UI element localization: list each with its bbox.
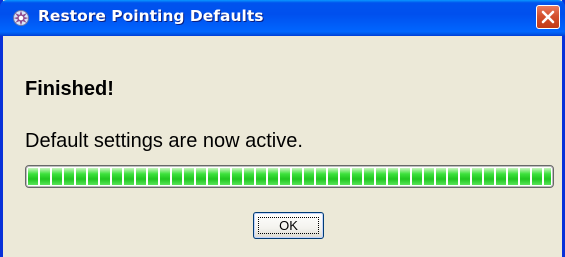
- app-gear-icon: [12, 9, 30, 27]
- ok-button[interactable]: OK: [253, 212, 324, 239]
- dialog-window: Restore Pointing Defaults Finished! Defa…: [0, 0, 565, 257]
- close-button[interactable]: [536, 5, 560, 29]
- progress-bar: [25, 165, 554, 188]
- ok-button-label: OK: [258, 217, 319, 234]
- progress-bar-fill: [28, 168, 551, 185]
- title-bar[interactable]: Restore Pointing Defaults: [0, 0, 565, 36]
- window-title: Restore Pointing Defaults: [38, 7, 264, 25]
- status-heading: Finished!: [25, 78, 114, 100]
- status-message: Default settings are now active.: [25, 130, 303, 152]
